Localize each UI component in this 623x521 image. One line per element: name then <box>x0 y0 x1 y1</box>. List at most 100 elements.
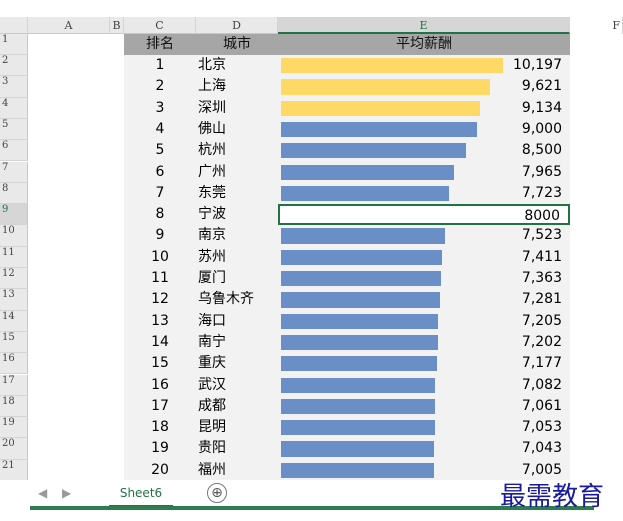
salary-cell[interactable]: 7,965 <box>278 162 570 183</box>
row-header-8[interactable]: 8 <box>0 182 28 205</box>
column-header-f[interactable]: F <box>570 17 623 34</box>
column-label: B <box>112 19 121 32</box>
add-sheet-icon[interactable]: ⊕ <box>207 483 227 503</box>
city-cell[interactable]: 南京 <box>196 225 278 246</box>
corner-select-all[interactable] <box>0 17 28 34</box>
row-header-1[interactable]: 1 <box>0 34 28 55</box>
salary-cell[interactable]: 7,061 <box>278 396 570 417</box>
city-cell[interactable]: 重庆 <box>196 353 278 374</box>
city-cell[interactable]: 佛山 <box>196 119 278 140</box>
city-cell[interactable]: 北京 <box>196 55 278 76</box>
salary-cell[interactable]: 9,000 <box>278 119 570 140</box>
row-header-13[interactable]: 13 <box>0 289 28 311</box>
salary-cell[interactable]: 9,134 <box>278 98 570 119</box>
city-cell[interactable]: 东莞 <box>196 183 278 204</box>
city-cell[interactable]: 杭州 <box>196 140 278 161</box>
salary-cell[interactable]: 7,202 <box>278 332 570 353</box>
city-cell[interactable]: 福州 <box>196 460 278 481</box>
salary-cell[interactable]: 7,177 <box>278 353 570 374</box>
salary-bar <box>281 334 438 351</box>
city-cell[interactable]: 上海 <box>196 76 278 97</box>
column-header-b[interactable]: B <box>110 17 124 34</box>
row-header-3[interactable]: 3 <box>0 76 28 98</box>
rank-cell[interactable]: 17 <box>124 396 196 417</box>
row-header-15[interactable]: 15 <box>0 331 28 354</box>
rank-cell[interactable]: 9 <box>124 225 196 246</box>
row-header-9[interactable]: 9 <box>0 204 28 226</box>
prev-sheet-icon[interactable]: ◀ <box>38 486 47 500</box>
rank-cell[interactable]: 18 <box>124 417 196 438</box>
salary-cell[interactable]: 7,082 <box>278 375 570 396</box>
row-header-11[interactable]: 11 <box>0 246 28 268</box>
column-label: E <box>419 19 428 32</box>
city-cell[interactable]: 乌鲁木齐 <box>196 289 278 310</box>
header-salary[interactable]: 平均薪酬 <box>278 34 570 55</box>
row-header-12[interactable]: 12 <box>0 268 28 290</box>
selected-salary-cell[interactable]: 8000 <box>278 204 570 226</box>
row-header-5[interactable]: 5 <box>0 118 28 141</box>
rank-cell[interactable]: 15 <box>124 353 196 374</box>
next-sheet-icon[interactable]: ▶ <box>62 486 71 500</box>
salary-cell[interactable]: 10,197 <box>278 55 570 76</box>
salary-cell[interactable]: 7,723 <box>278 183 570 204</box>
row-header-7[interactable]: 7 <box>0 161 28 183</box>
rank-cell[interactable]: 13 <box>124 311 196 332</box>
column-label: F <box>612 19 620 32</box>
rank-cell[interactable]: 4 <box>124 119 196 140</box>
column-header-c[interactable]: C <box>124 17 196 34</box>
city-cell[interactable]: 苏州 <box>196 247 278 268</box>
rank-cell[interactable]: 19 <box>124 438 196 459</box>
salary-cell[interactable]: 7,053 <box>278 417 570 438</box>
row-header-2[interactable]: 2 <box>0 55 28 77</box>
row-header-17[interactable]: 17 <box>0 374 28 396</box>
row-header-10[interactable]: 10 <box>0 225 28 247</box>
city-cell[interactable]: 成都 <box>196 396 278 417</box>
rank-cell[interactable]: 7 <box>124 183 196 204</box>
salary-cell[interactable]: 7,411 <box>278 247 570 268</box>
rank-cell[interactable]: 5 <box>124 140 196 161</box>
rank-cell[interactable]: 3 <box>124 98 196 119</box>
rank-cell[interactable]: 14 <box>124 332 196 353</box>
city-cell[interactable]: 武汉 <box>196 375 278 396</box>
rank-cell[interactable]: 12 <box>124 289 196 310</box>
salary-cell[interactable]: 7,043 <box>278 438 570 459</box>
salary-cell[interactable]: 7,205 <box>278 311 570 332</box>
row-header-6[interactable]: 6 <box>0 140 28 162</box>
sheet-tab-sheet6[interactable]: Sheet6 <box>109 481 173 507</box>
salary-cell[interactable]: 8,500 <box>278 140 570 161</box>
city-cell[interactable]: 深圳 <box>196 98 278 119</box>
rank-cell[interactable]: 20 <box>124 460 196 481</box>
salary-bar <box>281 164 455 180</box>
column-header-e[interactable]: E <box>278 17 570 34</box>
column-header-a[interactable]: A <box>28 17 110 34</box>
city-cell[interactable]: 广州 <box>196 162 278 183</box>
row-header-21[interactable]: 21 <box>0 459 28 481</box>
city-cell[interactable]: 南宁 <box>196 332 278 353</box>
column-header-d[interactable]: D <box>196 17 278 34</box>
city-cell[interactable]: 贵阳 <box>196 438 278 459</box>
rank-cell[interactable]: 11 <box>124 268 196 289</box>
row-header-18[interactable]: 18 <box>0 395 28 418</box>
rank-cell[interactable]: 1 <box>124 55 196 76</box>
city-cell[interactable]: 海口 <box>196 311 278 332</box>
salary-cell[interactable]: 7,523 <box>278 225 570 246</box>
city-cell[interactable]: 厦门 <box>196 268 278 289</box>
row-header-14[interactable]: 14 <box>0 310 28 332</box>
salary-cell[interactable]: 9,621 <box>278 76 570 97</box>
city-cell[interactable]: 昆明 <box>196 417 278 438</box>
rank-cell[interactable]: 10 <box>124 247 196 268</box>
salary-cell[interactable]: 7,281 <box>278 289 570 310</box>
rank-cell[interactable]: 8 <box>124 204 196 225</box>
city-cell[interactable]: 宁波 <box>196 204 278 225</box>
header-city[interactable]: 城市 <box>196 34 278 55</box>
header-rank[interactable]: 排名 <box>124 34 196 55</box>
row-header-19[interactable]: 19 <box>0 417 28 439</box>
row-header-4[interactable]: 4 <box>0 97 28 119</box>
row-header-20[interactable]: 20 <box>0 438 28 460</box>
rank-cell[interactable]: 16 <box>124 375 196 396</box>
row-header-16[interactable]: 16 <box>0 353 28 375</box>
rank-cell[interactable]: 2 <box>124 76 196 97</box>
salary-bar <box>281 377 436 393</box>
salary-cell[interactable]: 7,363 <box>278 268 570 289</box>
rank-cell[interactable]: 6 <box>124 162 196 183</box>
